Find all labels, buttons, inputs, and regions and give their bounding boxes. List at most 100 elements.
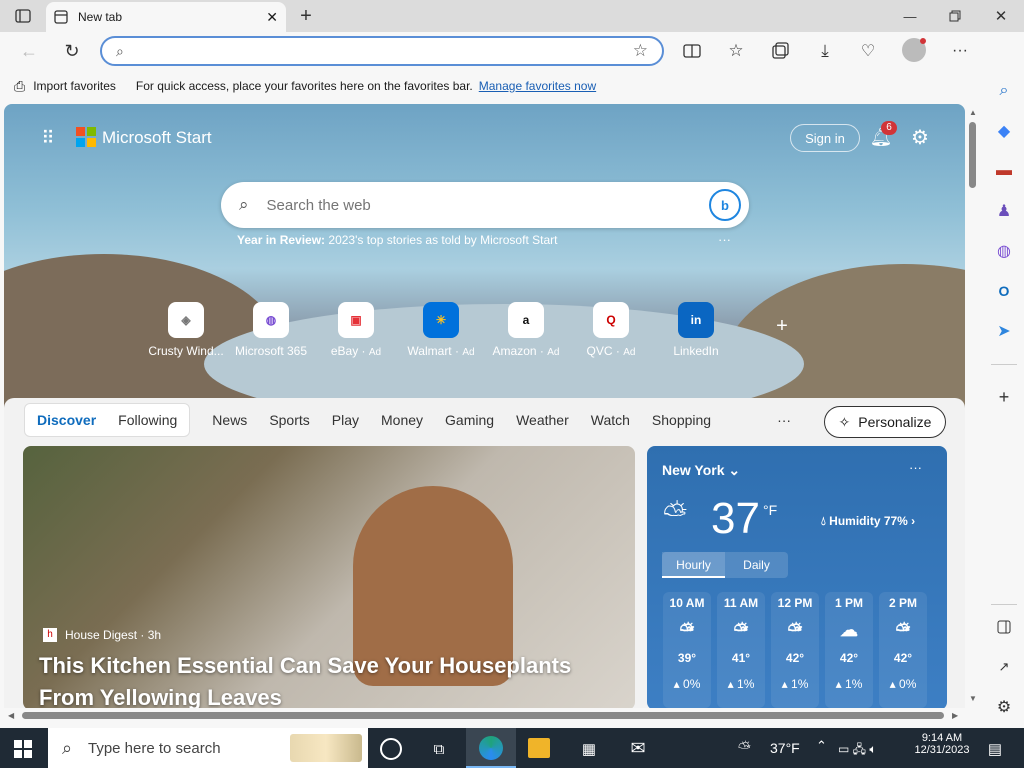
scroll-left-icon[interactable]: ◀	[8, 711, 14, 720]
horizontal-scrollbar[interactable]: ◀ ▶	[4, 708, 965, 724]
notification-center-icon[interactable]: ▤	[984, 738, 1006, 760]
collections-icon[interactable]	[769, 40, 791, 62]
add-quick-link-button[interactable]: +	[772, 315, 792, 337]
close-tab-icon[interactable]: ✕	[266, 9, 278, 26]
tab-new-tab[interactable]: New tab ✕	[46, 2, 286, 32]
taskbar-weather-temp[interactable]: 37°F	[770, 740, 800, 756]
scroll-up-icon[interactable]: ▲	[969, 108, 977, 117]
more-tabs-icon[interactable]: ···	[777, 412, 791, 428]
taskbar-search-box[interactable]: ⌕ Type here to search	[48, 728, 368, 768]
tab-sports[interactable]: Sports	[269, 412, 309, 428]
import-favorites-button[interactable]: Import favorites	[33, 79, 116, 93]
show-hidden-icons-chevron-icon[interactable]: ⌃	[816, 738, 827, 754]
file-explorer-icon[interactable]	[528, 738, 550, 758]
shopping-tag-icon[interactable]: ◆	[993, 120, 1015, 142]
microsoft-365-icon[interactable]: ◍	[993, 240, 1015, 262]
weather-card[interactable]: New York ⌄ ··· ⛅︎ 37 °F 💧︎ Humidity 77% …	[647, 446, 947, 710]
sign-in-button[interactable]: Sign in	[790, 124, 860, 152]
taskbar-edge-active[interactable]	[466, 728, 516, 768]
web-search-input[interactable]	[266, 196, 667, 214]
tab-discover[interactable]: Discover	[37, 412, 96, 428]
task-view-icon[interactable]: ⧉	[428, 738, 450, 760]
yir-more-icon[interactable]: ···	[718, 232, 731, 247]
browser-essentials-icon[interactable]: ♡	[857, 40, 879, 62]
tools-icon[interactable]: ▬	[993, 160, 1015, 182]
hour-precip: 1%	[737, 677, 755, 691]
outlook-icon[interactable]: O	[993, 280, 1015, 302]
settings-more-icon[interactable]: ···	[949, 40, 971, 62]
scroll-right-icon[interactable]: ▶	[952, 711, 958, 720]
windows-start-icon[interactable]	[14, 740, 32, 758]
minimize-button[interactable]: —	[900, 6, 920, 26]
weather-more-icon[interactable]: ···	[909, 460, 922, 475]
year-in-review-banner[interactable]: Year in Review: 2023's top stories as to…	[237, 233, 557, 247]
toggle-daily[interactable]: Daily	[725, 552, 788, 578]
favorites-icon[interactable]: ☆	[725, 40, 747, 62]
scroll-down-icon[interactable]: ▼	[969, 694, 977, 703]
tab-weather[interactable]: Weather	[516, 412, 569, 428]
web-search-box[interactable]: ⌕ b	[221, 182, 749, 228]
weather-city[interactable]: New York ⌄	[662, 462, 740, 479]
drop-send-icon[interactable]: ➤	[993, 320, 1015, 342]
new-tab-button[interactable]: +	[296, 5, 316, 27]
feed-section: Discover Following News Sports Play Mone…	[4, 398, 965, 710]
profile-status-dot	[920, 38, 926, 44]
sidebar-settings-gear-icon[interactable]: ⚙	[993, 696, 1015, 718]
article-source[interactable]: h House Digest · 3h	[43, 628, 161, 642]
droplet-icon: ▴	[673, 677, 680, 691]
manage-favorites-link[interactable]: Manage favorites now	[479, 79, 596, 93]
personalize-button[interactable]: ✧ Personalize	[824, 406, 946, 438]
vertical-scrollbar[interactable]: ▲ ▼	[965, 104, 981, 710]
add-favorite-star-icon[interactable]: ☆	[633, 41, 648, 61]
toggle-hourly[interactable]: Hourly	[662, 552, 725, 578]
ad-label: Ad	[462, 347, 475, 358]
hide-sidebar-icon[interactable]	[993, 616, 1015, 638]
horizontal-scroll-thumb[interactable]	[22, 712, 944, 719]
restore-button[interactable]	[945, 6, 965, 26]
quick-link-linkedin[interactable]: in LinkedIn	[656, 302, 736, 358]
clock[interactable]: 9:14 AM 12/31/2023	[912, 732, 972, 756]
tab-news[interactable]: News	[212, 412, 247, 428]
app-launcher-icon[interactable]: ⠿	[38, 128, 58, 148]
quick-link-m365[interactable]: ◍ Microsoft 365	[231, 302, 311, 358]
cortana-icon[interactable]	[380, 738, 402, 760]
external-link-icon[interactable]: ↗	[993, 656, 1015, 678]
tab-following[interactable]: Following	[118, 412, 177, 428]
quick-link-walmart[interactable]: ✳ Walmart · Ad	[401, 302, 481, 358]
tab-shopping[interactable]: Shopping	[652, 412, 711, 428]
page-settings-gear-icon[interactable]: ⚙	[909, 126, 931, 149]
yir-text: 2023's top stories as told by Microsoft …	[328, 233, 558, 247]
address-input[interactable]	[133, 43, 594, 59]
favorites-bar: ⎙ Import favorites For quick access, pla…	[0, 70, 985, 102]
microsoft-store-icon[interactable]: ▦	[578, 738, 600, 760]
split-screen-icon[interactable]	[681, 40, 703, 62]
article-headline[interactable]: This Kitchen Essential Can Save Your Hou…	[39, 650, 599, 710]
hour-temp: 42°	[893, 651, 913, 665]
bing-chat-icon[interactable]: b	[709, 189, 741, 221]
customize-sidebar-plus-icon[interactable]: +	[993, 386, 1015, 408]
games-icon[interactable]: ♟	[993, 200, 1015, 222]
downloads-icon[interactable]: ⤓	[814, 40, 836, 62]
tab-watch[interactable]: Watch	[591, 412, 630, 428]
search-icon[interactable]: ⌕	[993, 80, 1015, 102]
tab-money[interactable]: Money	[381, 412, 423, 428]
linkedin-icon: in	[678, 302, 714, 338]
back-button[interactable]: ←	[18, 40, 40, 62]
quick-link-ebay[interactable]: ▣ eBay · Ad	[316, 302, 396, 358]
mail-icon[interactable]: ✉	[626, 738, 650, 758]
vertical-scroll-thumb[interactable]	[969, 122, 976, 188]
brand-title[interactable]: Microsoft Start	[102, 128, 212, 148]
tab-gaming[interactable]: Gaming	[445, 412, 494, 428]
address-bar[interactable]: ⌕ ☆	[100, 36, 664, 66]
system-tray-icons[interactable]: ▭ 🖧︎ 🔈︎	[838, 740, 877, 761]
quick-link-crusty[interactable]: ◈ Crusty Wind...	[146, 302, 226, 358]
taskbar-weather-icon[interactable]: ⛅︎	[738, 740, 751, 758]
tab-actions-icon[interactable]	[14, 8, 32, 24]
humidity-link[interactable]: 💧︎ Humidity 77% ›	[821, 514, 915, 529]
close-window-button[interactable]: ✕	[991, 6, 1011, 26]
quick-link-qvc[interactable]: Q QVC · Ad	[571, 302, 651, 358]
tab-play[interactable]: Play	[332, 412, 359, 428]
refresh-button[interactable]: ↻	[61, 40, 83, 62]
featured-article-card[interactable]: h House Digest · 3h This Kitchen Essenti…	[23, 446, 635, 710]
quick-link-amazon[interactable]: a Amazon · Ad	[486, 302, 566, 358]
